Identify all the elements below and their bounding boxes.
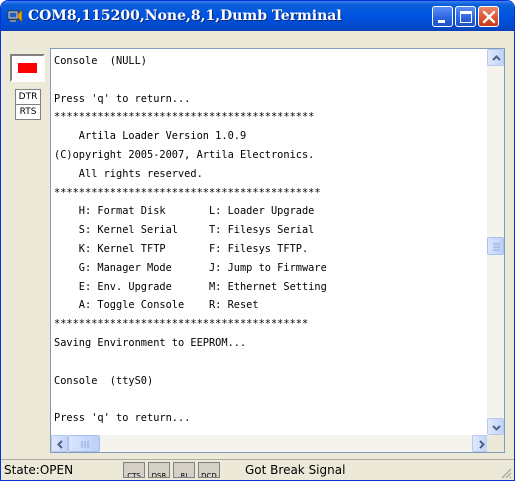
console-line: G: Manager Mode J: Jump to Firmware [54, 261, 327, 274]
scroll-up-button[interactable] [487, 49, 504, 66]
console-line: ****************************************… [54, 111, 315, 124]
console-line: (C)opyright 2005-2007, Artila Electronic… [54, 148, 315, 161]
console-line: Press 'q' to return... [54, 92, 191, 105]
console-line: E: Env. Upgrade M: Ethernet Setting [54, 280, 327, 293]
minimize-button[interactable] [432, 6, 453, 27]
dcd-indicator: DCD [198, 462, 220, 478]
vertical-scroll-thumb[interactable] [487, 237, 504, 255]
status-message: Got Break Signal [245, 463, 346, 477]
maximize-button[interactable] [455, 6, 476, 27]
console-line: All rights reserved. [54, 167, 203, 180]
grip-lines-icon [81, 441, 89, 448]
led-light [18, 63, 37, 73]
scroll-left-button[interactable] [51, 435, 68, 452]
horizontal-scroll-thumb[interactable] [68, 435, 100, 452]
ri-indicator: RI [173, 462, 195, 478]
connection-state: State:OPEN [4, 463, 73, 477]
console-line: Console (NULL) [54, 55, 147, 67]
vertical-scrollbar[interactable] [487, 49, 504, 435]
terminal-window: COM8,115200,None,8,1,Dumb Terminal DTR R… [0, 0, 515, 481]
scroll-down-button[interactable] [487, 418, 504, 435]
console-line: A: Toggle Console R: Reset [54, 299, 259, 312]
state-value: OPEN [39, 463, 74, 477]
scroll-corner [487, 435, 504, 452]
console-line: Saving Environment to EEPROM... [54, 336, 247, 349]
chevron-left-icon [57, 440, 63, 449]
minimize-icon [438, 20, 445, 23]
resize-grip-icon[interactable] [500, 467, 512, 479]
window-title: COM8,115200,None,8,1,Dumb Terminal [28, 8, 342, 24]
console-output: Console (NULL) Press 'q' to return... ***… [54, 52, 484, 428]
grip-lines-icon [493, 243, 500, 251]
terminal-console[interactable]: Console (NULL) Press 'q' to return... ***… [50, 48, 505, 453]
connection-led-indicator [10, 54, 45, 82]
state-label: State: [4, 463, 40, 477]
rts-toggle-button[interactable]: RTS [15, 104, 41, 120]
close-icon [482, 10, 496, 24]
maximize-icon [460, 11, 472, 23]
dsr-indicator: DSR [148, 462, 170, 478]
dtr-toggle-button[interactable]: DTR [15, 89, 41, 105]
close-button[interactable] [478, 6, 499, 27]
cts-indicator: CTS [123, 462, 145, 478]
console-line: K: Kernel TFTP F: Filesys TFTP. [54, 242, 309, 255]
console-line: Artila Loader Version 1.0.9 [54, 130, 247, 143]
chevron-down-icon [492, 425, 501, 431]
horizontal-scrollbar[interactable] [51, 435, 489, 452]
console-line: Press 'q' to return... [54, 412, 191, 425]
terminal-app-icon [7, 9, 23, 23]
console-line: ****************************************… [54, 186, 321, 199]
status-bar: State:OPEN CTS DSR RI DCD Got Break Sign… [1, 459, 514, 480]
console-line: H: Format Disk L: Loader Upgrade [54, 205, 315, 218]
console-line: S: Kernel Serial T: Filesys Serial [54, 224, 315, 237]
title-bar[interactable]: COM8,115200,None,8,1,Dumb Terminal [1, 1, 514, 31]
console-line: ****************************************… [54, 318, 309, 331]
console-line: Console (ttyS0) [54, 374, 154, 387]
chevron-up-icon [492, 55, 501, 61]
